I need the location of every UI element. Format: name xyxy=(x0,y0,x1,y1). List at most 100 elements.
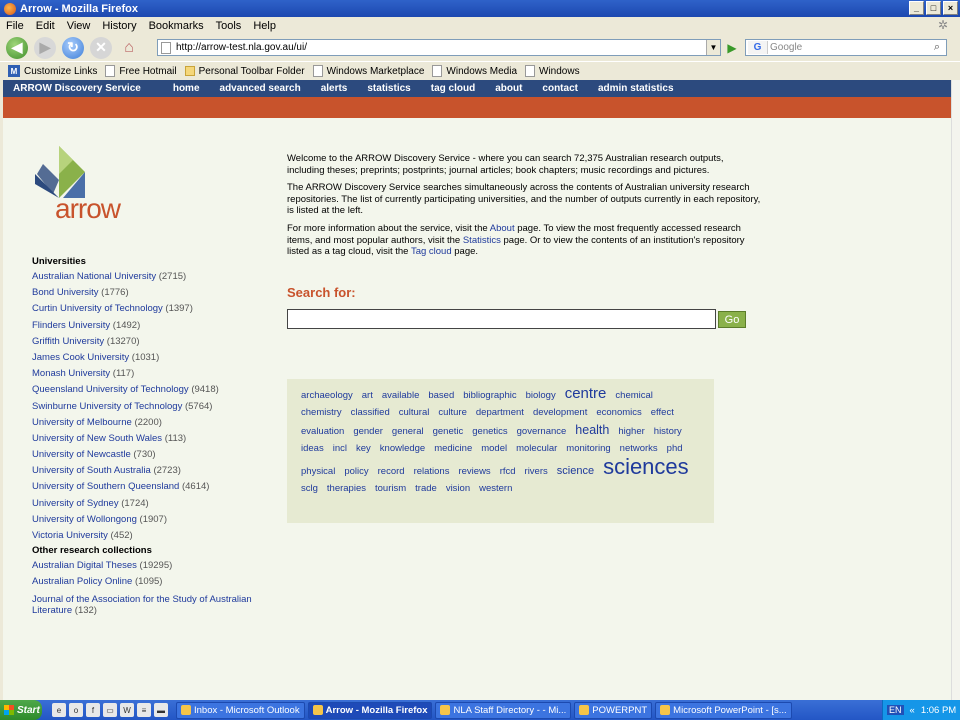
back-arrow-icon[interactable]: ◀ xyxy=(6,36,28,59)
nav-contact[interactable]: contact xyxy=(542,83,578,94)
task-powerpnt[interactable]: POWERPNT xyxy=(574,701,653,719)
tag-link[interactable]: sclg xyxy=(301,480,318,497)
list-item[interactable]: Swinburne University of Technology (5764… xyxy=(32,400,272,416)
address-url[interactable]: http://arrow-test.nla.gov.au/ui/ xyxy=(176,42,307,53)
list-item[interactable]: University of New South Wales (113) xyxy=(32,432,272,448)
home-icon[interactable]: ⌂ xyxy=(118,37,140,59)
menu-file[interactable]: File xyxy=(6,20,24,32)
list-item[interactable]: University of Wollongong (1907) xyxy=(32,513,272,529)
tag-link[interactable]: rivers xyxy=(525,463,548,480)
tag-link[interactable]: based xyxy=(428,387,454,404)
language-indicator[interactable]: EN xyxy=(887,705,904,715)
maximize-button[interactable]: □ xyxy=(926,1,941,15)
list-item[interactable]: University of Melbourne (2200) xyxy=(32,416,272,432)
list-item[interactable]: Australian National University (2715) xyxy=(32,270,272,286)
tag-link[interactable]: incl xyxy=(333,440,347,457)
tag-link[interactable]: key xyxy=(356,440,371,457)
tag-link[interactable]: evaluation xyxy=(301,423,344,440)
tag-link[interactable]: genetics xyxy=(472,423,507,440)
nav-home[interactable]: home xyxy=(173,83,200,94)
tag-link[interactable]: genetic xyxy=(433,423,464,440)
list-item[interactable]: University of Newcastle (730) xyxy=(32,448,272,464)
tag-link[interactable]: record xyxy=(378,463,405,480)
start-button[interactable]: Start xyxy=(0,700,42,720)
list-item[interactable]: Queensland University of Technology (941… xyxy=(32,383,272,399)
list-item[interactable]: University of Sydney (1724) xyxy=(32,497,272,513)
tray-expand-icon[interactable]: « xyxy=(910,705,915,716)
chevron-down-icon[interactable]: ▼ xyxy=(706,40,720,55)
go-button[interactable]: Go xyxy=(718,311,746,328)
tag-link[interactable]: vision xyxy=(446,480,470,497)
tag-link[interactable]: history xyxy=(654,423,682,440)
outlook-icon[interactable]: o xyxy=(69,703,83,717)
list-item[interactable]: Australian Policy Online (1095) xyxy=(32,575,272,591)
close-button[interactable]: × xyxy=(943,1,958,15)
tag-link[interactable]: development xyxy=(533,404,587,421)
tag-link[interactable]: tourism xyxy=(375,480,406,497)
task-outlook[interactable]: Inbox - Microsoft Outlook xyxy=(176,701,305,719)
nav-tag-cloud[interactable]: tag cloud xyxy=(431,83,475,94)
tag-link[interactable]: western xyxy=(479,480,512,497)
forward-arrow-icon[interactable]: ▶ xyxy=(34,36,56,59)
tag-link[interactable]: art xyxy=(362,387,373,404)
bookmark-free-hotmail[interactable]: Free Hotmail xyxy=(105,65,177,77)
bookmark-windows[interactable]: Windows xyxy=(525,65,580,77)
tag-link[interactable]: chemistry xyxy=(301,404,342,421)
desktop-icon[interactable]: ▭ xyxy=(103,703,117,717)
menu-edit[interactable]: Edit xyxy=(36,20,55,32)
tag-link[interactable]: classified xyxy=(351,404,390,421)
bookmark-windows-marketplace[interactable]: Windows Marketplace xyxy=(312,65,424,77)
address-bar[interactable]: http://arrow-test.nla.gov.au/ui/ ▼ xyxy=(157,39,721,56)
nav-alerts[interactable]: alerts xyxy=(321,83,348,94)
task-staff-directory[interactable]: NLA Staff Directory - - Mi... xyxy=(435,701,572,719)
bookmark-personal-toolbar-folder[interactable]: Personal Toolbar Folder xyxy=(184,66,305,77)
search-input[interactable] xyxy=(287,309,716,329)
bookmark-customize-links[interactable]: M Customize Links xyxy=(8,65,97,77)
task-powerpoint[interactable]: Microsoft PowerPoint - [s... xyxy=(655,701,792,719)
task-firefox[interactable]: Arrow - Mozilla Firefox xyxy=(307,701,433,719)
menu-history[interactable]: History xyxy=(102,20,136,32)
tag-link[interactable]: molecular xyxy=(516,440,557,457)
browser-search-box[interactable]: G Google ⌕ xyxy=(745,39,947,56)
tag-link[interactable]: economics xyxy=(596,404,641,421)
tag-cloud-link[interactable]: Tag cloud xyxy=(411,246,452,257)
tag-link[interactable]: chemical xyxy=(615,387,653,404)
list-item[interactable]: James Cook University (1031) xyxy=(32,351,272,367)
tag-link[interactable]: gender xyxy=(353,423,383,440)
site-brand[interactable]: ARROW Discovery Service xyxy=(13,83,141,94)
tag-link[interactable]: higher xyxy=(618,423,644,440)
nav-statistics[interactable]: statistics xyxy=(367,83,410,94)
list-item[interactable]: Australian Digital Theses (19295) xyxy=(32,559,272,575)
word-icon[interactable]: W xyxy=(120,703,134,717)
tag-link[interactable]: physical xyxy=(301,463,335,480)
firefox-icon[interactable]: f xyxy=(86,703,100,717)
tag-link[interactable]: sciences xyxy=(603,455,689,478)
list-item[interactable]: Journal of the Association for the Study… xyxy=(32,594,272,616)
tag-link[interactable]: archaeology xyxy=(301,387,353,404)
tag-link[interactable]: cultural xyxy=(399,404,430,421)
tag-link[interactable]: reviews xyxy=(458,463,490,480)
menu-help[interactable]: Help xyxy=(253,20,276,32)
minimize-button[interactable]: _ xyxy=(909,1,924,15)
tag-link[interactable]: biology xyxy=(526,387,556,404)
tag-link[interactable]: centre xyxy=(565,385,607,402)
tag-link[interactable]: ideas xyxy=(301,440,324,457)
nav-advanced-search[interactable]: advanced search xyxy=(220,83,301,94)
tag-link[interactable]: department xyxy=(476,404,524,421)
tag-link[interactable]: available xyxy=(382,387,420,404)
list-item[interactable]: Bond University (1776) xyxy=(32,286,272,302)
about-link[interactable]: About xyxy=(490,223,515,234)
search-icon[interactable]: ⌕ xyxy=(929,40,945,55)
list-item[interactable]: Griffith University (13270) xyxy=(32,335,272,351)
nav-about[interactable]: about xyxy=(495,83,522,94)
tag-link[interactable]: model xyxy=(481,440,507,457)
list-item[interactable]: Curtin University of Technology (1397) xyxy=(32,302,272,318)
bookmark-windows-media[interactable]: Windows Media xyxy=(432,65,517,77)
nav-admin-statistics[interactable]: admin statistics xyxy=(598,83,674,94)
notepad-icon[interactable]: ≡ xyxy=(137,703,151,717)
tag-link[interactable]: therapies xyxy=(327,480,366,497)
tag-link[interactable]: health xyxy=(575,422,609,439)
menu-bookmarks[interactable]: Bookmarks xyxy=(149,20,204,32)
list-item[interactable]: University of South Australia (2723) xyxy=(32,464,272,480)
tag-link[interactable]: trade xyxy=(415,480,437,497)
